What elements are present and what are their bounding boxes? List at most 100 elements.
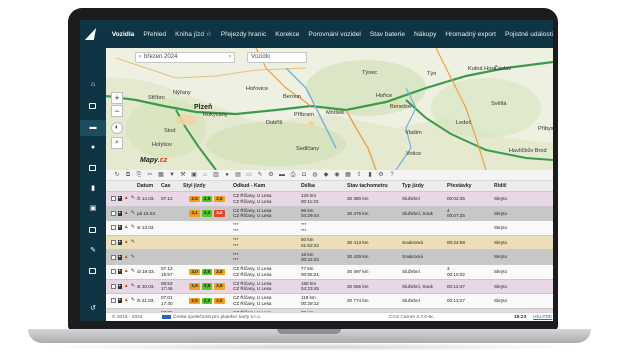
column-header[interactable]: Styl jízdy: [181, 183, 231, 189]
map-icon[interactable]: [89, 103, 96, 109]
column-header[interactable]: Typ jízdy: [400, 183, 445, 189]
nav-item-4[interactable]: Korekce: [275, 31, 299, 38]
nav-item-9[interactable]: Pojistné události: [505, 31, 553, 38]
expand-icon[interactable]: +: [117, 210, 122, 216]
fuel-icon[interactable]: ◍: [312, 172, 318, 178]
home-icon[interactable]: ⌂: [202, 172, 208, 178]
row-checkbox[interactable]: [111, 225, 116, 231]
row-checkbox[interactable]: [111, 210, 116, 216]
calendar-icon[interactable]: ▤: [235, 172, 241, 178]
row-checkbox[interactable]: [111, 269, 116, 275]
expand-icon[interactable]: +: [117, 240, 122, 246]
car-icon[interactable]: ▬: [279, 172, 285, 178]
route-icon[interactable]: ▲: [124, 283, 129, 289]
date-picker[interactable]: ‹ březen 2024 ›: [135, 52, 235, 63]
row-checkbox[interactable]: [111, 283, 116, 289]
filter-icon[interactable]: ▼: [169, 172, 175, 178]
row-checkbox[interactable]: [111, 196, 116, 202]
helpdesk-link[interactable]: HELPDE: [533, 315, 552, 320]
nav-item-2[interactable]: Kniha jízd ☆: [175, 30, 212, 38]
map[interactable]: ‹ březen 2024 › Vozidlo + − ◐ ⌕ Plzeň Nýř…: [106, 48, 553, 170]
logo[interactable]: [80, 20, 104, 48]
chevron-right-icon[interactable]: ›: [229, 53, 234, 62]
column-header[interactable]: Délka: [299, 183, 345, 189]
chevron-left-icon[interactable]: ‹: [139, 53, 141, 62]
table-row[interactable]: + ▲ ✎ út 19.03. 07:12 15:57 3,0 2,6 2,8 CZ Říčany…: [106, 264, 553, 280]
print-icon[interactable]: ⎙: [290, 172, 296, 178]
user-icon[interactable]: ●: [224, 172, 230, 178]
home-icon[interactable]: ⌂: [89, 81, 97, 88]
nav-item-5[interactable]: Porovnání vozidel: [308, 31, 360, 38]
users-icon[interactable]: ●: [89, 144, 97, 151]
table-icon[interactable]: ▦: [345, 172, 351, 178]
lock-icon[interactable]: ◘: [301, 172, 307, 178]
column-header[interactable]: Řidič: [492, 183, 522, 189]
table-row[interactable]: + ▲ ✎ čt 14.03. 07:12 2,5 2,5 2,6 CZ Říčany, U L…: [106, 192, 553, 207]
route-icon[interactable]: ▲: [124, 298, 129, 303]
nav-item-3[interactable]: Přejezdy hranic: [221, 31, 266, 38]
tag-icon[interactable]: ◆: [323, 172, 329, 178]
nav-item-1[interactable]: Přehled: [143, 31, 166, 38]
car-icon[interactable]: ▬: [89, 124, 97, 131]
calendar-icon[interactable]: [89, 227, 96, 233]
briefcase-icon[interactable]: ▣: [191, 172, 197, 178]
document-icon[interactable]: ▭: [246, 172, 252, 178]
nav-item-8[interactable]: Hromadný export: [445, 31, 496, 38]
map-attribution[interactable]: Mapy.cz: [140, 157, 167, 164]
zoom-in-button[interactable]: +: [111, 92, 123, 104]
tools-icon[interactable]: ⚒: [180, 172, 186, 178]
route-icon[interactable]: ▲: [124, 240, 129, 245]
table-row[interactable]: + ▲ ✎ *** *** 50 km 01:53:22 30 413 km Soukromá 0…: [106, 235, 553, 251]
expand-icon[interactable]: +: [117, 196, 122, 202]
edit-icon[interactable]: ✎: [257, 172, 263, 178]
nav-item-0[interactable]: Vozidla: [112, 31, 135, 38]
table-row[interactable]: + ▲ ✎ st 20.03. 06:53 17:46 2,6 2,6 2,6 CZ Říčany…: [106, 279, 553, 295]
settings-icon[interactable]: ⚙: [378, 172, 384, 178]
nav-item-6[interactable]: Stav baterie: [370, 31, 405, 38]
tools-icon[interactable]: ✎: [89, 247, 97, 254]
cut-icon[interactable]: ✂: [147, 172, 153, 178]
wrench-icon[interactable]: ⚙: [268, 172, 274, 178]
route-icon[interactable]: ▲: [124, 254, 129, 260]
refresh-icon[interactable]: ↻: [114, 172, 120, 178]
column-header[interactable]: Odkud - Kam: [231, 183, 299, 189]
expand-icon[interactable]: +: [117, 283, 122, 289]
route-icon[interactable]: ▲: [124, 225, 129, 230]
expand-icon[interactable]: +: [117, 269, 122, 275]
table-row[interactable]: + ▲ ✎ čt 21.03. 07:01 17:40 2,5 2,5 2,5 CZ Říčany…: [106, 294, 553, 309]
column-header[interactable]: Datum: [135, 183, 159, 189]
expand-icon[interactable]: +: [117, 298, 122, 304]
zoom-out-button[interactable]: −: [111, 105, 123, 117]
expand-icon[interactable]: +: [117, 225, 122, 231]
export-icon[interactable]: ⇪: [356, 172, 362, 178]
history-icon[interactable]: ↺: [89, 305, 97, 312]
chart-icon[interactable]: ▮: [367, 172, 373, 178]
route-icon[interactable]: ▲: [124, 210, 129, 216]
card-icon[interactable]: [89, 165, 96, 171]
table-row[interactable]: + ▲ ✎ *** *** 16 km 00:22:33 30 429 km Soukromá S…: [106, 250, 553, 265]
pin-icon[interactable]: ◉: [334, 172, 340, 178]
row-checkbox[interactable]: [111, 240, 116, 246]
driver-icon[interactable]: ▣: [89, 205, 97, 212]
layers-icon[interactable]: ◐: [111, 122, 123, 134]
document-icon[interactable]: [89, 268, 96, 274]
route-icon[interactable]: ▲: [124, 196, 129, 201]
building-icon[interactable]: ▥: [213, 172, 219, 178]
row-checkbox[interactable]: [111, 254, 116, 260]
column-header[interactable]: Stav tachometru: [345, 183, 400, 189]
help-icon[interactable]: ?: [389, 172, 395, 178]
expand-icon[interactable]: +: [117, 254, 122, 260]
row-checkbox[interactable]: [111, 298, 116, 304]
copy-icon[interactable]: ⧉: [125, 172, 131, 178]
link-icon[interactable]: ⎘: [136, 172, 142, 178]
chart-icon[interactable]: ▮: [89, 185, 97, 192]
nav-item-7[interactable]: Nákupy: [414, 31, 436, 38]
route-icon[interactable]: ▲: [124, 269, 129, 274]
column-header[interactable]: Čas: [159, 183, 181, 189]
vehicle-search-input[interactable]: Vozidlo: [247, 52, 307, 63]
search-icon[interactable]: ⌕: [111, 137, 123, 149]
table-row[interactable]: + ▲ ✎ pá 15.03. 3,1 2,3 3,6 CZ Říčany, U Lesa CZ…: [106, 206, 553, 222]
column-header[interactable]: Přestávky: [445, 183, 492, 189]
table-row[interactable]: + ▲ ✎ st 13.03. *** *** *** *** Skryto: [106, 221, 553, 236]
grid-icon[interactable]: ▦: [158, 172, 164, 178]
